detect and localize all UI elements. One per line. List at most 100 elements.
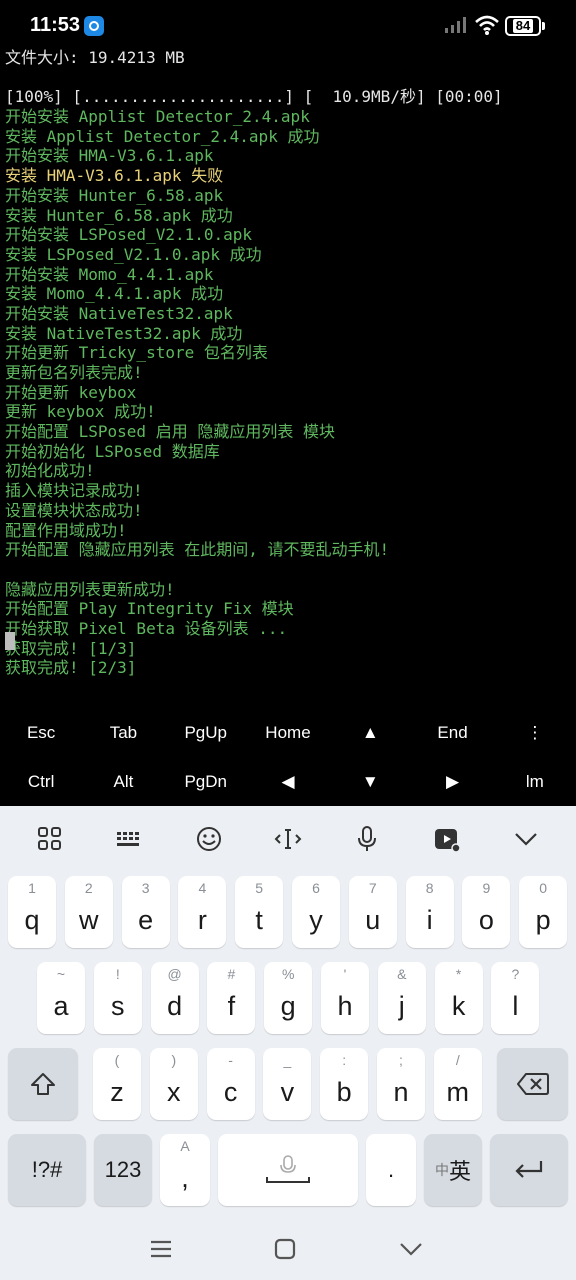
key-j[interactable]: & j: [377, 962, 426, 1034]
recent-apps-icon[interactable]: [148, 1236, 174, 1262]
backspace-key[interactable]: [497, 1048, 568, 1120]
extra-key--row2-3[interactable]: ◀: [247, 757, 329, 806]
home-icon[interactable]: [272, 1236, 298, 1262]
key-r[interactable]: 4r: [178, 876, 227, 948]
symbols-key[interactable]: !?#: [8, 1134, 86, 1206]
key-p[interactable]: 0p: [519, 876, 568, 948]
language-label: 中英: [424, 1134, 482, 1206]
key-k[interactable]: * k: [434, 962, 483, 1034]
key-label: j: [398, 991, 405, 1021]
extra-key-lm[interactable]: lm: [494, 757, 576, 806]
key-hint: _: [283, 1052, 292, 1068]
key-z[interactable]: (z: [93, 1048, 141, 1120]
extra-key-ctrl[interactable]: Ctrl: [0, 757, 82, 806]
extra-key-home[interactable]: Home: [247, 708, 329, 757]
key-hint: 9: [482, 880, 491, 896]
key-label: r: [197, 905, 207, 935]
space-key[interactable]: [218, 1134, 358, 1206]
extra-keys-bar: Esc Tab PgUp Home ▲ End ⋮ Ctrl Alt PgDn ◀ ▼ ▶ lm: [0, 708, 576, 806]
key-i[interactable]: 8i: [405, 876, 454, 948]
key-t[interactable]: 5t: [235, 876, 284, 948]
extra-key-end[interactable]: End: [411, 708, 493, 757]
text-cursor-icon[interactable]: [268, 819, 308, 859]
battery-indicator: 84: [505, 16, 545, 36]
key-y[interactable]: 6y: [292, 876, 340, 948]
terminal-line: 开始安装 Momo_4.4.1.apk: [5, 264, 214, 284]
key-x[interactable]: ) x: [149, 1048, 198, 1120]
key-m[interactable]: / m: [433, 1048, 482, 1120]
key-c[interactable]: -c: [206, 1048, 255, 1120]
key-hint: :: [342, 1052, 347, 1068]
enter-key[interactable]: [490, 1134, 568, 1206]
key-v[interactable]: _ v: [263, 1048, 312, 1120]
terminal-line: 安装 HMA-V3.6.1.apk 失败: [5, 166, 224, 186]
extra-key--row2-4[interactable]: ▼: [329, 757, 411, 806]
key-hint: /: [455, 1052, 460, 1068]
terminal-line: 安装 NativeTest32.apk 成功: [5, 323, 243, 343]
key-w[interactable]: 2w: [64, 876, 113, 948]
key-l[interactable]: ? l: [491, 962, 540, 1034]
terminal-line: 设置模块状态成功!: [5, 500, 143, 520]
key-b[interactable]: :b: [320, 1048, 369, 1120]
collapse-keyboard-icon[interactable]: [506, 819, 546, 859]
language-switch-key[interactable]: 中英: [424, 1134, 482, 1206]
extra-keys-row-1: Esc Tab PgUp Home ▲ End ⋮: [0, 708, 576, 757]
numbers-key[interactable]: 123: [94, 1134, 152, 1206]
extra-key-esc[interactable]: Esc: [0, 708, 82, 757]
key-d[interactable]: @ d: [150, 962, 199, 1034]
terminal-line: 开始安装 Applist Detector_2.4.apk: [5, 107, 310, 127]
key-hint: ;: [399, 1052, 403, 1068]
key-f[interactable]: # f: [207, 962, 256, 1034]
key-label: u: [365, 905, 381, 935]
key-h[interactable]: ' h: [321, 962, 369, 1034]
terminal-line: 开始安装 HMA-V3.6.1.apk: [5, 146, 214, 166]
key-label: n: [393, 1077, 409, 1107]
terminal-line: 更新 keybox 成功!: [5, 402, 156, 422]
terminal-line: 开始配置 LSPosed 启用 隐藏应用列表 模块: [5, 422, 335, 442]
enter-icon: [490, 1134, 568, 1206]
shift-key[interactable]: [8, 1048, 78, 1120]
lang-chinese-label: 中: [434, 1162, 449, 1178]
key-hint: ': [343, 966, 347, 982]
app-notification-icon: [84, 16, 104, 36]
extra-key-pgup[interactable]: PgUp: [165, 708, 247, 757]
extra-key--row1-6[interactable]: ⋮: [494, 708, 576, 757]
key-a[interactable]: ~ a: [37, 962, 85, 1034]
extra-key-pgdn[interactable]: PgDn: [165, 757, 247, 806]
key-n[interactable]: ; n: [377, 1048, 425, 1120]
extra-key--row1-4[interactable]: ▲: [329, 708, 411, 757]
terminal-line: 更新包名列表完成!: [5, 363, 143, 382]
key-label: o: [478, 905, 494, 935]
key-s[interactable]: ! s: [93, 962, 142, 1034]
key-label: b: [336, 1077, 352, 1107]
keyboard-layout-icon[interactable]: [109, 819, 149, 859]
terminal-line: 隐藏应用列表更新成功!: [5, 579, 175, 599]
key-hint: *: [455, 966, 462, 982]
backspace-icon: [497, 1048, 568, 1120]
terminal-line: 安装 LSPosed_V2.1.0.apk 成功: [5, 244, 262, 264]
battery-level: 84: [512, 19, 534, 33]
video-clip-icon[interactable]: [427, 819, 467, 859]
extra-key-tab[interactable]: Tab: [82, 708, 164, 757]
microphone-icon[interactable]: [347, 819, 387, 859]
key-o[interactable]: 9o: [462, 876, 511, 948]
extra-key-alt[interactable]: Alt: [82, 757, 164, 806]
key-label: x: [167, 1077, 181, 1107]
terminal-line: 开始配置 隐藏应用列表 在此期间, 请不要乱动手机!: [5, 540, 390, 560]
emoji-icon[interactable]: [189, 819, 229, 859]
keyboard-toolbar: [0, 806, 576, 872]
key-label: 123: [104, 1157, 142, 1182]
key-g[interactable]: % g: [264, 962, 313, 1034]
grid-menu-icon[interactable]: [30, 819, 70, 859]
key-u[interactable]: 7u: [348, 876, 397, 948]
extra-key--row2-5[interactable]: ▶: [411, 757, 493, 806]
key-q[interactable]: 1q: [8, 876, 56, 948]
back-icon[interactable]: [398, 1236, 424, 1262]
key-label: y: [309, 905, 323, 935]
key-label: t: [255, 905, 263, 935]
terminal-output[interactable]: 文件大小: 19.4213 MB [100%] [................…: [0, 48, 576, 708]
terminal-line: 开始获取 Pixel Beta 设备列表 ...: [5, 618, 288, 638]
comma-key[interactable]: A,: [160, 1134, 210, 1206]
period-key[interactable]: .: [366, 1134, 416, 1206]
key-e[interactable]: 3e: [121, 876, 170, 948]
